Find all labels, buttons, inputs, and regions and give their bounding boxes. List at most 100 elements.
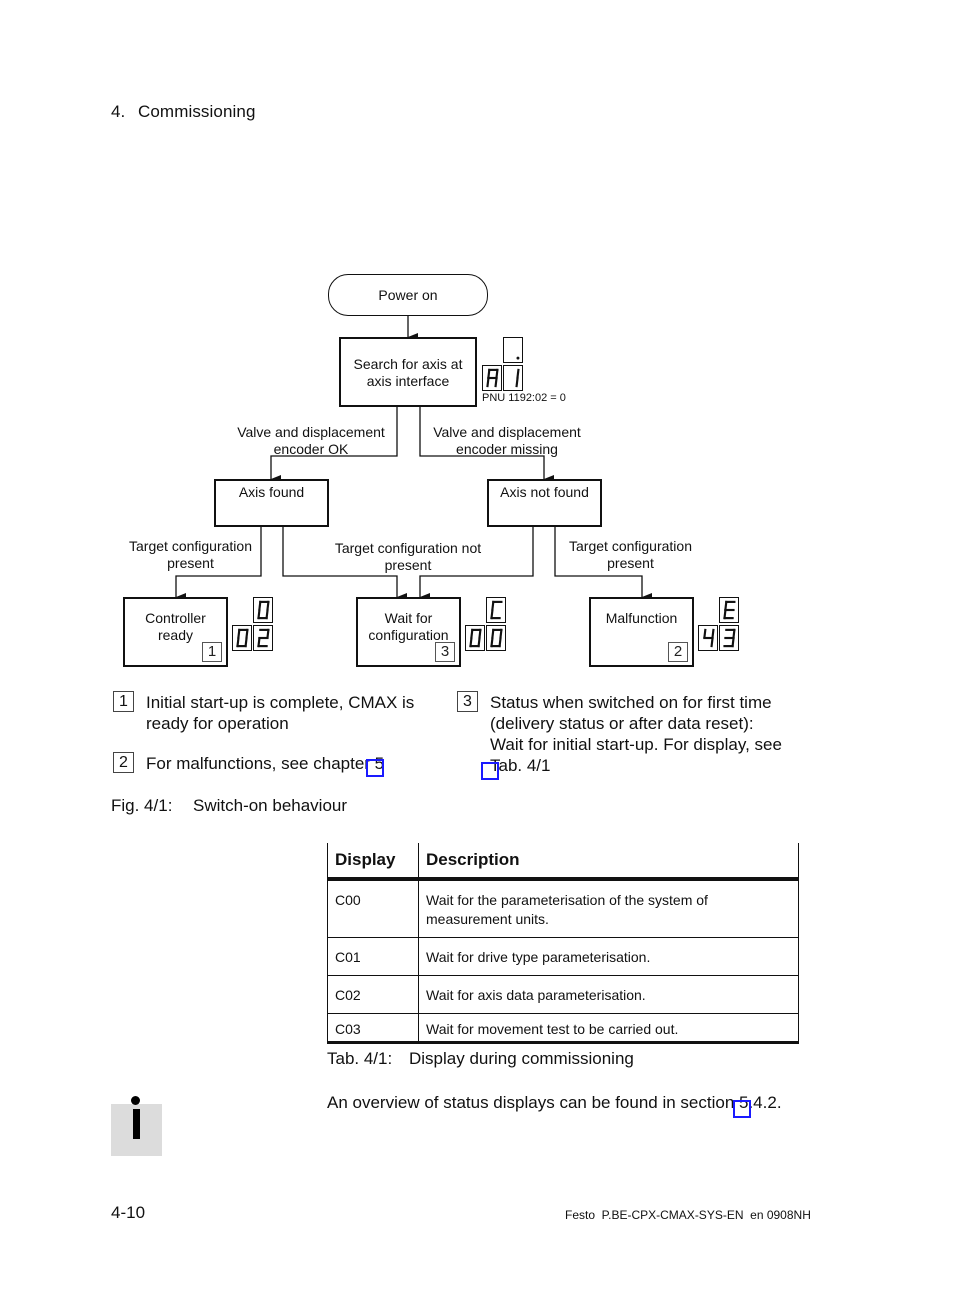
segment-f xyxy=(724,600,728,611)
tab-4-1-link[interactable] xyxy=(481,762,499,780)
display-controller_ready-right xyxy=(253,625,273,651)
edge-label-valve-missing-line2: encoder missing xyxy=(456,441,558,457)
flowchart-connectors xyxy=(175,316,652,601)
display-table: Display Description C00 Wait for the par… xyxy=(327,843,799,1044)
node-power-on: Power on xyxy=(328,274,488,316)
node-controller-ready-line1: Controller xyxy=(145,610,206,626)
edge-label-target-present-right: Target configuration present xyxy=(558,538,703,572)
node-wait-configuration: Wait for configuration 3 xyxy=(356,597,461,667)
figure-caption-title: Switch-on behaviour xyxy=(193,796,348,815)
node-search-axis: Search for axis at axis interface xyxy=(339,337,477,407)
info-note-text: An overview of status displays can be fo… xyxy=(327,1093,782,1112)
table-header-row: Display Description xyxy=(327,843,799,881)
table-cell-description: Wait for drive type parameterisation. xyxy=(418,937,799,976)
note-1-text: Initial start-up is complete, CMAX is re… xyxy=(146,692,414,734)
node-malfunction: Malfunction 2 xyxy=(589,597,694,667)
segment-f xyxy=(491,600,495,611)
table-caption-number: Tab. 4/1: xyxy=(327,1049,393,1068)
segment-f xyxy=(487,368,491,379)
note-2-marker: 2 xyxy=(113,752,134,773)
segment-c xyxy=(710,637,714,648)
segment-e xyxy=(469,637,473,648)
table-caption: Tab. 4/1: Display during commissioning xyxy=(327,1049,634,1069)
table-cell-description: Wait for movement test to be carried out… xyxy=(418,1013,799,1044)
ref-marker-1: 1 xyxy=(202,642,222,662)
segment-c xyxy=(265,609,269,620)
display-search_axis-top xyxy=(503,337,523,363)
node-axis-found-label: Axis found xyxy=(238,484,305,500)
table-row: C00 Wait for the parameterisation of the… xyxy=(327,879,799,938)
segment-c xyxy=(731,637,735,648)
segment-c xyxy=(494,377,498,388)
table-cell-display: C02 xyxy=(327,975,419,1014)
edge-label-target-present-left-line1: Target configuration xyxy=(129,538,252,554)
chapter-5-link[interactable] xyxy=(366,759,384,777)
note-3-line3: Wait for initial start-up. For display, … xyxy=(490,735,782,754)
node-search-axis-line2: axis interface xyxy=(366,373,450,389)
figure-caption-number: Fig. 4/1: xyxy=(111,796,173,815)
table-cell-display: C03 xyxy=(327,1013,419,1044)
display-malfunction-right xyxy=(719,625,739,651)
segment-e xyxy=(236,637,240,648)
segment-b xyxy=(478,628,482,639)
table-cell-display: C00 xyxy=(327,879,419,938)
edge-label-target-present-left-line2: present xyxy=(167,555,214,571)
segment-c xyxy=(244,637,248,648)
table-cell-display: C01 xyxy=(327,937,419,976)
segment-b xyxy=(732,628,736,639)
display-controller_ready-top xyxy=(253,597,273,623)
segment-c xyxy=(498,637,502,648)
segment-b xyxy=(711,628,715,639)
segment-b xyxy=(516,368,520,379)
note-3-line4: Tab. 4/1 xyxy=(490,756,551,775)
segment-f xyxy=(237,628,241,639)
note-3-line2: (delivery status or after data reset): xyxy=(490,714,754,733)
segment-b xyxy=(266,600,270,611)
node-malfunction-label: Malfunction xyxy=(605,610,678,626)
display-wait_config-top xyxy=(486,597,506,623)
edge-label-target-present-left: Target configuration present xyxy=(118,538,263,572)
segment-f xyxy=(491,628,495,639)
node-search-axis-line1: Search for axis at xyxy=(353,356,463,372)
segment-e xyxy=(257,609,261,620)
segment-b xyxy=(245,628,249,639)
note-2-line1: For malfunctions, see chapter 5 xyxy=(146,754,385,773)
edge-label-valve-ok: Valve and displacement encoder OK xyxy=(226,424,396,458)
node-axis-not-found: Axis not found xyxy=(487,479,602,527)
display-wait_config-right xyxy=(486,625,506,651)
node-axis-not-found-label: Axis not found xyxy=(500,484,589,500)
edge-label-valve-missing-line1: Valve and displacement xyxy=(433,424,581,440)
table-row: C01 Wait for drive type parameterisation… xyxy=(327,937,799,976)
edge-label-target-not-present: Target configuration not present xyxy=(318,540,498,574)
note-3-line1: Status when switched on for first time xyxy=(490,693,772,712)
ref-marker-3: 3 xyxy=(435,642,455,662)
edge-label-target-present-right-line2: present xyxy=(607,555,654,571)
segment-e xyxy=(486,377,490,388)
edge-label-valve-missing: Valve and displacement encoder missing xyxy=(422,424,592,458)
segment-b xyxy=(495,368,499,379)
segment-e xyxy=(490,637,494,648)
segment-e xyxy=(257,637,261,648)
section-5-4-2-link[interactable] xyxy=(733,1100,751,1118)
segment-c xyxy=(477,637,481,648)
node-power-on-label: Power on xyxy=(378,286,438,303)
segment-c xyxy=(515,377,519,388)
table-cell-description: Wait for axis data parameterisation. xyxy=(418,975,799,1014)
info-icon xyxy=(111,1096,162,1156)
display-search_axis-right xyxy=(503,365,523,391)
table-cell-description: Wait for the parameterisation of the sys… xyxy=(418,879,799,938)
figure-caption: Fig. 4/1: Switch-on behaviour xyxy=(111,796,347,816)
note-3-marker: 3 xyxy=(457,691,478,712)
node-axis-found: Axis found xyxy=(214,479,329,527)
footer-page-number: 4-10 xyxy=(111,1203,146,1222)
edge-label-valve-ok-line1: Valve and displacement xyxy=(237,424,385,440)
table-row: C03 Wait for movement test to be carried… xyxy=(327,1013,799,1044)
display-wait_config-left xyxy=(465,625,485,651)
display-malfunction-left xyxy=(698,625,718,651)
segment-f xyxy=(470,628,474,639)
note-3-text: Status when switched on for first time (… xyxy=(490,692,782,776)
table-row: C02 Wait for axis data parameterisation. xyxy=(327,975,799,1014)
edge-label-target-present-right-line1: Target configuration xyxy=(569,538,692,554)
segment-e xyxy=(723,609,727,620)
edge-label-target-not-present-line1: Target configuration not xyxy=(334,540,482,556)
